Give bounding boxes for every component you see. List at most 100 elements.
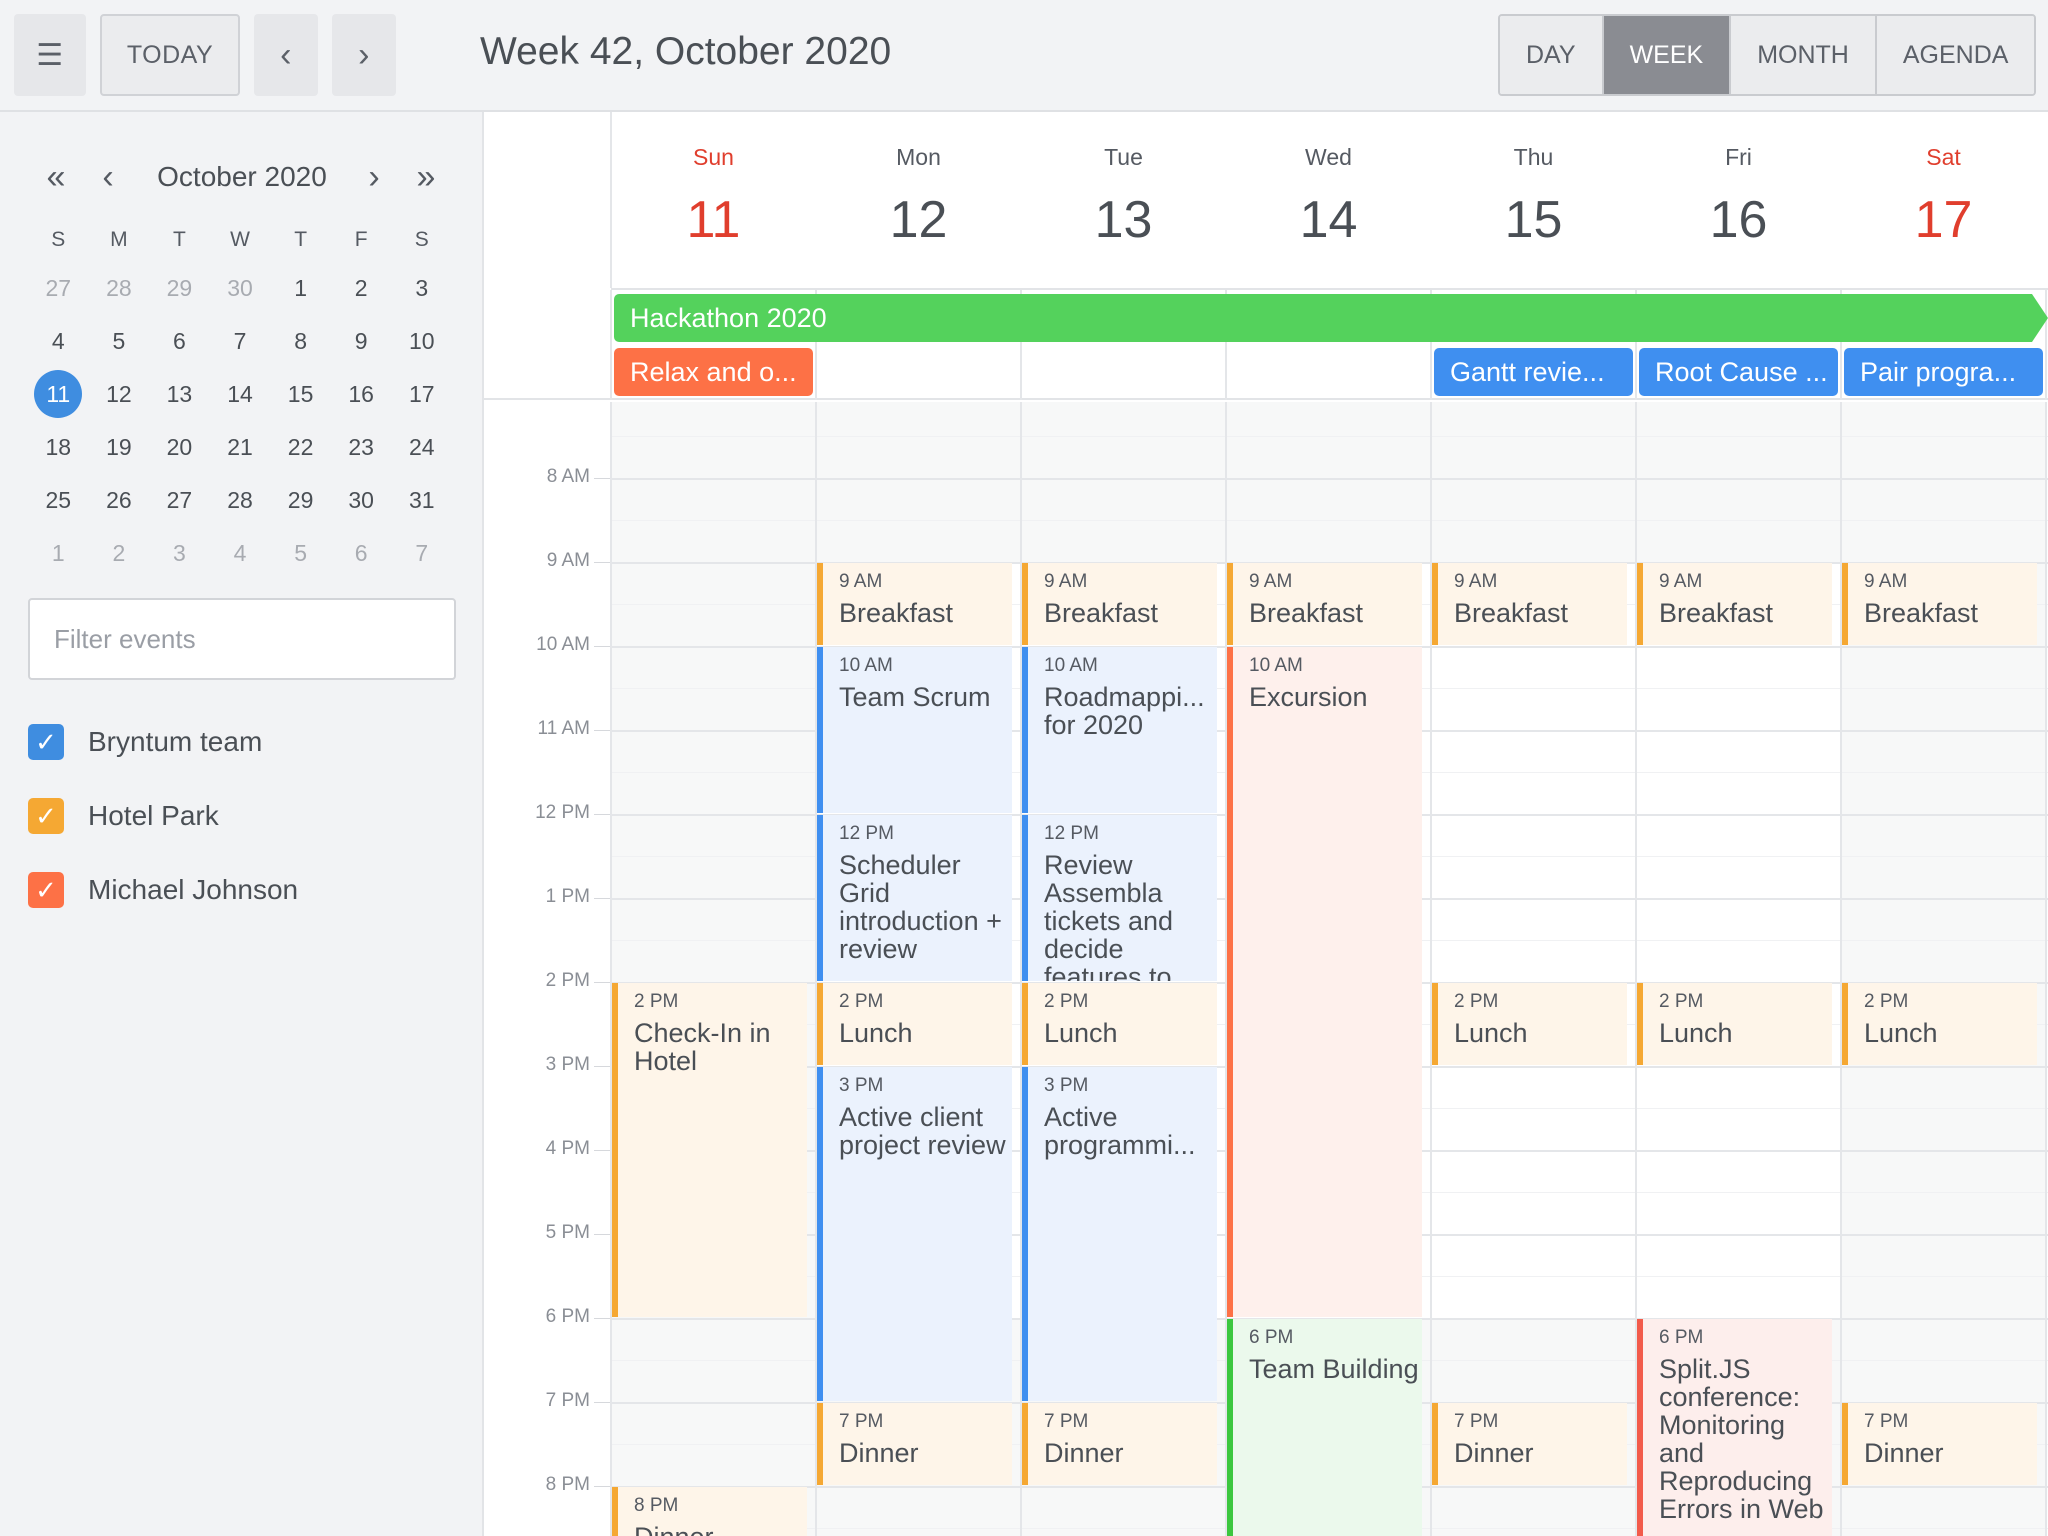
mini-calendar-day[interactable]: 30 — [331, 480, 392, 520]
mini-calendar-day[interactable]: 30 — [210, 268, 271, 308]
all-day-event[interactable]: Root Cause ... — [1639, 348, 1838, 396]
all-day-event[interactable]: Relax and o... — [614, 348, 813, 396]
calendar-event[interactable]: 2 PM Lunch — [1637, 983, 1832, 1065]
resource-filter-item[interactable]: ✓ Michael Johnson — [28, 870, 298, 910]
all-day-event[interactable]: Hackathon 2020 — [614, 294, 2048, 342]
calendar-event[interactable]: 9 AM Breakfast — [1432, 563, 1627, 645]
calendar-event[interactable]: 2 PM Lunch — [1432, 983, 1627, 1065]
resource-filter-item[interactable]: ✓ Hotel Park — [28, 796, 219, 836]
calendar-event[interactable]: 10 AM Excursion — [1227, 647, 1422, 1317]
event-time: 7 PM — [1044, 1411, 1089, 1432]
calendar-event[interactable]: 8 PM Dinner — [612, 1487, 807, 1536]
event-title: Dinner — [634, 1523, 807, 1536]
mini-calendar-day[interactable]: 3 — [149, 533, 210, 573]
mini-calendar-day[interactable]: 4 — [28, 321, 89, 361]
prev-year-icon[interactable]: « — [34, 152, 78, 202]
mini-calendar-day[interactable]: 7 — [391, 533, 452, 573]
prev-week-button[interactable]: ‹ — [254, 14, 318, 96]
next-year-icon[interactable]: » — [404, 152, 448, 202]
day-header[interactable]: Wed 14 — [1226, 112, 1431, 288]
calendar-event[interactable]: 12 PM Review Assembla tickets and decide … — [1022, 815, 1217, 981]
view-week-button[interactable]: WEEK — [1603, 16, 1732, 94]
filter-events-input[interactable] — [28, 598, 456, 680]
view-agenda-button[interactable]: AGENDA — [1876, 16, 2035, 94]
mini-calendar-day[interactable]: 1 — [270, 268, 331, 308]
checkbox-checked-icon[interactable]: ✓ — [28, 872, 64, 908]
mini-calendar-day[interactable]: 27 — [149, 480, 210, 520]
mini-calendar-day[interactable]: 9 — [331, 321, 392, 361]
today-button[interactable]: TODAY — [100, 14, 240, 96]
mini-calendar-day[interactable]: 12 — [89, 374, 150, 414]
mini-calendar-day[interactable]: 1 — [28, 533, 89, 573]
calendar-event[interactable]: 2 PM Check-In in Hotel — [612, 983, 807, 1317]
mini-calendar-day[interactable]: 11 — [28, 370, 89, 418]
day-header[interactable]: Fri 16 — [1636, 112, 1841, 288]
mini-calendar-day[interactable]: 16 — [331, 374, 392, 414]
calendar-event[interactable]: 7 PM Dinner — [1842, 1403, 2037, 1485]
calendar-event[interactable]: 6 PM Team Building — [1227, 1319, 1422, 1536]
all-day-event[interactable]: Pair progra... — [1844, 348, 2043, 396]
calendar-event[interactable]: 12 PM Scheduler Grid introduction + revie… — [817, 815, 1012, 981]
mini-calendar-day[interactable]: 14 — [210, 374, 271, 414]
calendar-event[interactable]: 2 PM Lunch — [817, 983, 1012, 1065]
calendar-event[interactable]: 9 AM Breakfast — [1227, 563, 1422, 645]
resource-filter-item[interactable]: ✓ Bryntum team — [28, 722, 262, 762]
mini-calendar-day[interactable]: 2 — [89, 533, 150, 573]
mini-calendar-day[interactable]: 6 — [149, 321, 210, 361]
mini-calendar-day[interactable]: 24 — [391, 427, 452, 467]
menu-button[interactable]: ☰ — [14, 14, 86, 96]
day-header[interactable]: Thu 15 — [1431, 112, 1636, 288]
calendar-event[interactable]: 9 AM Breakfast — [817, 563, 1012, 645]
calendar-event[interactable]: 3 PM Active client project review — [817, 1067, 1012, 1401]
mini-calendar-day[interactable]: 26 — [89, 480, 150, 520]
next-month-icon[interactable]: › — [352, 152, 396, 202]
mini-calendar-day[interactable]: 23 — [331, 427, 392, 467]
mini-calendar-day[interactable]: 27 — [28, 268, 89, 308]
all-day-event[interactable]: Gantt revie... — [1434, 348, 1633, 396]
day-header[interactable]: Sun 11 — [611, 112, 816, 288]
mini-calendar-day[interactable]: 29 — [149, 268, 210, 308]
calendar-event[interactable]: 7 PM Dinner — [817, 1403, 1012, 1485]
mini-calendar-day[interactable]: 25 — [28, 480, 89, 520]
day-header[interactable]: Sat 17 — [1841, 112, 2046, 288]
day-header[interactable]: Tue 13 — [1021, 112, 1226, 288]
mini-calendar-day[interactable]: 5 — [270, 533, 331, 573]
mini-calendar-day[interactable]: 8 — [270, 321, 331, 361]
mini-calendar-day[interactable]: 13 — [149, 374, 210, 414]
mini-calendar-day[interactable]: 20 — [149, 427, 210, 467]
mini-calendar-day[interactable]: 10 — [391, 321, 452, 361]
calendar-event[interactable]: 7 PM Dinner — [1432, 1403, 1627, 1485]
calendar-event[interactable]: 3 PM Active programmi... — [1022, 1067, 1217, 1401]
calendar-event[interactable]: 9 AM Breakfast — [1022, 563, 1217, 645]
mini-calendar-day[interactable]: 4 — [210, 533, 271, 573]
mini-calendar-day[interactable]: 2 — [331, 268, 392, 308]
calendar-event[interactable]: 2 PM Lunch — [1842, 983, 2037, 1065]
mini-calendar-day[interactable]: 28 — [89, 268, 150, 308]
mini-calendar-day[interactable]: 17 — [391, 374, 452, 414]
mini-calendar-day[interactable]: 19 — [89, 427, 150, 467]
calendar-event[interactable]: 7 PM Dinner — [1022, 1403, 1217, 1485]
day-header[interactable]: Mon 12 — [816, 112, 1021, 288]
mini-calendar-day[interactable]: 6 — [331, 533, 392, 573]
calendar-event[interactable]: 10 AM Roadmappi... for 2020 — [1022, 647, 1217, 813]
view-month-button[interactable]: MONTH — [1731, 16, 1877, 94]
mini-calendar-day[interactable]: 18 — [28, 427, 89, 467]
checkbox-checked-icon[interactable]: ✓ — [28, 724, 64, 760]
mini-calendar-day[interactable]: 31 — [391, 480, 452, 520]
next-week-button[interactable]: › — [332, 14, 396, 96]
calendar-event[interactable]: 6 PM Split.JS conference: Monitoring and … — [1637, 1319, 1832, 1536]
calendar-event[interactable]: 9 AM Breakfast — [1637, 563, 1832, 645]
mini-calendar-day[interactable]: 7 — [210, 321, 271, 361]
mini-calendar-day[interactable]: 3 — [391, 268, 452, 308]
mini-calendar-day[interactable]: 22 — [270, 427, 331, 467]
mini-calendar-day[interactable]: 5 — [89, 321, 150, 361]
calendar-event[interactable]: 10 AM Team Scrum — [817, 647, 1012, 813]
calendar-event[interactable]: 9 AM Breakfast — [1842, 563, 2037, 645]
mini-calendar-day[interactable]: 29 — [270, 480, 331, 520]
calendar-event[interactable]: 2 PM Lunch — [1022, 983, 1217, 1065]
mini-calendar-day[interactable]: 21 — [210, 427, 271, 467]
mini-calendar-day[interactable]: 28 — [210, 480, 271, 520]
view-day-button[interactable]: DAY — [1500, 16, 1604, 94]
checkbox-checked-icon[interactable]: ✓ — [28, 798, 64, 834]
mini-calendar-day[interactable]: 15 — [270, 374, 331, 414]
